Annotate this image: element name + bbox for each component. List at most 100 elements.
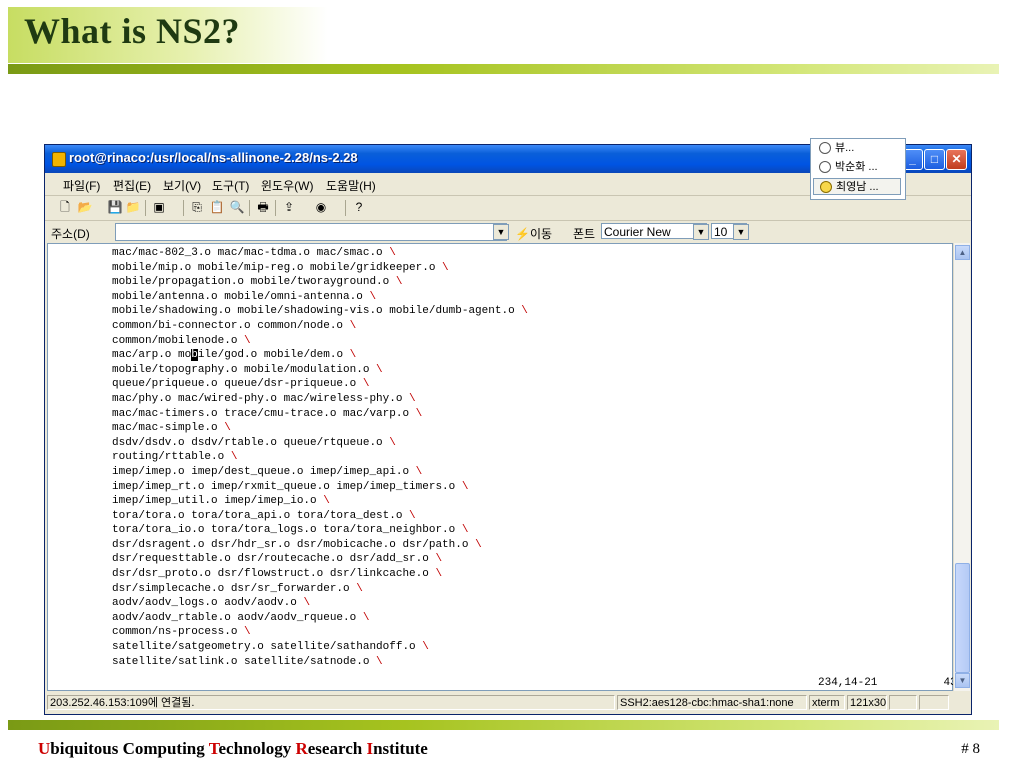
- line-continuation: \: [356, 378, 370, 391]
- terminal-line-text: common/mobilenode.o: [112, 334, 238, 347]
- terminal-area[interactable]: mac/mac-802_3.o mac/mac-tdma.o mac/smac.…: [47, 243, 963, 691]
- line-continuation: \: [369, 655, 383, 668]
- copy-icon[interactable]: ⎘: [189, 199, 205, 215]
- terminal-line: mobile/antenna.o mobile/omni-antenna.o \: [112, 290, 528, 305]
- terminal-line-text: dsr/dsragent.o dsr/hdr_sr.o dsr/mobicach…: [112, 538, 469, 551]
- terminal-line: dsr/dsragent.o dsr/hdr_sr.o dsr/mobicach…: [112, 538, 528, 553]
- menu-edit[interactable]: 편집(E): [113, 177, 151, 194]
- term-size-status: 121x30: [847, 695, 887, 710]
- status-cell: [919, 695, 949, 710]
- line-continuation: \: [428, 553, 443, 566]
- menu-window[interactable]: 윈도우(W): [261, 177, 313, 194]
- terminal-line: mobile/topography.o mobile/modulation.o …: [112, 363, 528, 378]
- footer-capital: U: [38, 739, 51, 758]
- toolbar-separator: [145, 200, 146, 216]
- help-icon[interactable]: ?: [351, 199, 367, 215]
- app-icon: [52, 152, 66, 167]
- terminal-line: tora/tora.o tora/tora_api.o tora/tora_de…: [112, 509, 528, 524]
- terminal-line: dsdv/dsdv.o dsdv/rtable.o queue/rtqueue.…: [112, 436, 528, 451]
- terminal-line: tora/tora_io.o tora/tora_logs.o tora/tor…: [112, 523, 528, 538]
- terminal-line-text: imep/imep_util.o imep/imep_io.o: [112, 495, 317, 508]
- line-continuation: \: [356, 611, 370, 624]
- terminal-line-text: imep/imep_rt.o imep/rxmit_queue.o imep/i…: [112, 480, 456, 493]
- popup-item[interactable]: 뷰...: [813, 140, 901, 157]
- terminal-line: routing/rttable.o \: [112, 450, 528, 465]
- terminal-line: queue/priqueue.o queue/dsr-priqueue.o \: [112, 377, 528, 392]
- line-continuation: \: [402, 509, 416, 522]
- terminal-line: mobile/propagation.o mobile/tworayground…: [112, 275, 528, 290]
- font-label: 폰트: [573, 227, 596, 241]
- terminal-line: imep/imep_util.o imep/imep_io.o \: [112, 494, 528, 509]
- address-input[interactable]: [115, 223, 507, 241]
- font-dropdown-icon[interactable]: ▼: [693, 224, 709, 240]
- folder-icon[interactable]: 📁: [125, 199, 141, 215]
- popup-item-label: 최영남 ...: [836, 181, 879, 193]
- terminal-line: mobile/mip.o mobile/mip-reg.o mobile/gri…: [112, 261, 528, 276]
- footer-text: echnology: [218, 739, 296, 758]
- terminal-line: dsr/dsr_proto.o dsr/flowstruct.o dsr/lin…: [112, 567, 528, 582]
- terminal-window: root@rinaco:/usr/local/ns-allinone-2.28/…: [44, 144, 972, 715]
- terminal-line: mac/mac-timers.o trace/cmu-trace.o mac/v…: [112, 407, 528, 422]
- menu-view[interactable]: 보기(V): [163, 177, 201, 194]
- paste-icon[interactable]: 📋: [209, 199, 225, 215]
- terminal-line: satellite/satlink.o satellite/satnode.o …: [112, 655, 528, 670]
- transfer-icon[interactable]: ⇪: [281, 199, 297, 215]
- terminal-line: mac/phy.o mac/wired-phy.o mac/wireless-p…: [112, 392, 528, 407]
- line-continuation: \: [455, 480, 469, 493]
- terminal-line-text: aodv/aodv_logs.o aodv/aodv.o: [112, 597, 297, 610]
- address-bar: 주소(D) ▼ ⚡이동 폰트 Courier New ▼ 10 ▼: [45, 221, 971, 243]
- scroll-thumb[interactable]: [955, 563, 970, 673]
- address-label: 주소(D): [51, 227, 90, 241]
- open-folder-icon[interactable]: 📂: [77, 199, 93, 215]
- terminal-line: satellite/satgeometry.o satellite/sathan…: [112, 640, 528, 655]
- new-icon[interactable]: 🗋: [57, 199, 73, 215]
- popup-item[interactable]: 박순화 ...: [813, 159, 901, 176]
- line-continuation: \: [514, 305, 528, 318]
- maximize-button[interactable]: □: [924, 149, 945, 170]
- size-dropdown-icon[interactable]: ▼: [733, 224, 749, 240]
- terminal-line-text: mac/mac-timers.o trace/cmu-trace.o mac/v…: [112, 407, 410, 420]
- scroll-up-icon[interactable]: ▲: [955, 245, 970, 260]
- properties-icon[interactable]: ▣: [151, 199, 167, 215]
- line-continuation: \: [435, 261, 449, 274]
- line-continuation: \: [402, 392, 416, 405]
- popup-item[interactable]: 최영남 ...: [813, 178, 901, 195]
- terminal-line: imep/imep_rt.o imep/rxmit_queue.o imep/i…: [112, 480, 528, 495]
- cipher-status: SSH2:aes128-cbc:hmac-sha1:none: [617, 695, 807, 710]
- status-cell: [889, 695, 917, 710]
- close-button[interactable]: ✕: [946, 149, 967, 170]
- print-icon[interactable]: 🖶: [255, 199, 271, 215]
- position-text: 234,14-21: [818, 677, 878, 689]
- slide-title: What is NS2?: [24, 11, 241, 51]
- speaker-icon: [819, 142, 831, 155]
- terminal-line: common/mobilenode.o \: [112, 334, 528, 349]
- line-continuation: \: [316, 495, 330, 508]
- go-label: 이동: [529, 227, 553, 241]
- font-select[interactable]: Courier New: [601, 223, 707, 239]
- find-icon[interactable]: 🔍: [229, 199, 245, 215]
- page-number: # 8: [961, 741, 980, 757]
- terminal-line-text: dsr/requesttable.o dsr/routecache.o dsr/…: [112, 553, 429, 566]
- menu-help[interactable]: 도움말(H): [326, 177, 376, 194]
- line-continuation: \: [409, 407, 423, 420]
- menu-tools[interactable]: 도구(T): [212, 177, 249, 194]
- globe-icon[interactable]: ◉: [313, 199, 329, 215]
- terminal-line-text: satellite/satlink.o satellite/satnode.o: [112, 655, 370, 668]
- toolbar-separator: [345, 200, 346, 216]
- go-icon: ⚡: [515, 227, 530, 241]
- save-icon[interactable]: 💾: [107, 199, 123, 215]
- window-title: root@rinaco:/usr/local/ns-allinone-2.28/…: [69, 150, 358, 165]
- line-continuation: \: [296, 597, 311, 610]
- terminal-line: common/bi-connector.o common/node.o \: [112, 319, 528, 334]
- terminal-line-text: satellite/satgeometry.o satellite/sathan…: [112, 641, 416, 654]
- menu-file[interactable]: 파일(F): [63, 177, 100, 194]
- go-button[interactable]: ⚡이동: [515, 225, 552, 242]
- line-continuation: \: [389, 276, 403, 289]
- line-continuation: \: [409, 465, 423, 478]
- vertical-scrollbar[interactable]: ▲ ▼: [953, 243, 970, 691]
- terminal-line: mac/mac-802_3.o mac/mac-tdma.o mac/smac.…: [112, 246, 528, 261]
- scroll-down-icon[interactable]: ▼: [955, 673, 970, 688]
- address-dropdown-icon[interactable]: ▼: [493, 224, 509, 240]
- terminal-line-text: aodv/aodv_rtable.o aodv/aodv_rqueue.o: [112, 611, 357, 624]
- line-continuation: \: [415, 641, 429, 654]
